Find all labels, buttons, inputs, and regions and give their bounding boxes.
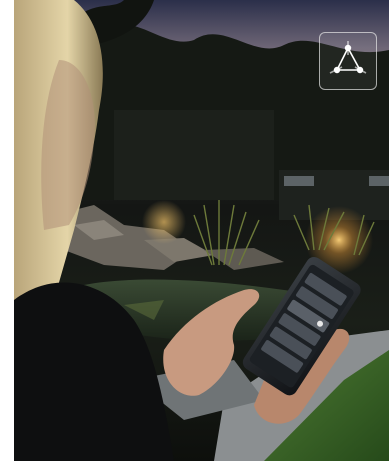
window-light-2 <box>369 176 389 186</box>
garden-lighting-photo <box>14 0 389 461</box>
garden-lamp-glow <box>142 200 186 244</box>
window-light <box>284 176 314 186</box>
rock <box>204 248 284 270</box>
triangle-nodes-icon <box>329 41 367 74</box>
image-frame <box>0 0 389 461</box>
background-hedge <box>114 110 274 200</box>
brand-logo-badge <box>319 32 377 90</box>
